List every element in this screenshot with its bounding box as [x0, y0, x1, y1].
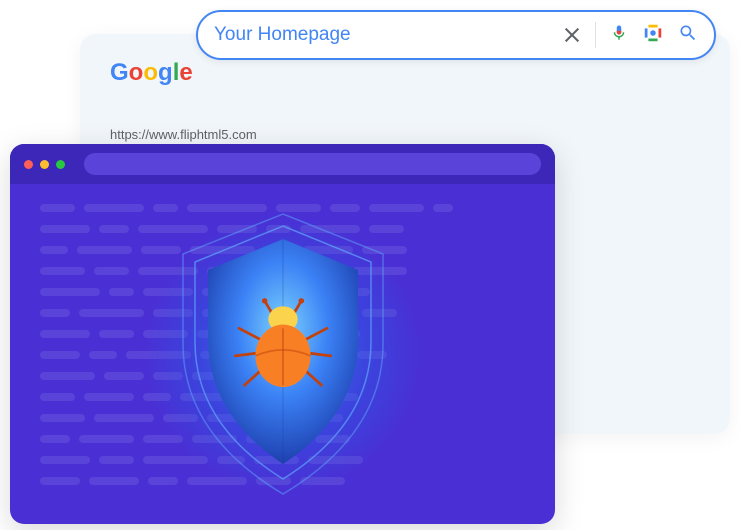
divider [595, 22, 596, 48]
browser-body [10, 184, 555, 524]
browser-window [10, 144, 555, 524]
window-minimize-icon[interactable] [40, 160, 49, 169]
result-url: https://www.fliphtml5.com [110, 127, 700, 142]
google-logo: Google [110, 59, 700, 87]
window-close-icon[interactable] [24, 160, 33, 169]
close-icon[interactable] [563, 26, 581, 44]
browser-title-bar [10, 144, 555, 184]
bug-icon [228, 294, 338, 404]
search-icons-group [563, 22, 698, 49]
search-input[interactable]: Your Homepage [214, 24, 563, 46]
mic-icon[interactable] [610, 22, 628, 49]
search-bar[interactable]: Your Homepage [196, 10, 716, 60]
address-bar[interactable] [84, 153, 541, 175]
camera-icon[interactable] [642, 22, 664, 49]
shield-graphic [153, 204, 413, 504]
window-maximize-icon[interactable] [56, 160, 65, 169]
search-icon[interactable] [678, 23, 698, 48]
